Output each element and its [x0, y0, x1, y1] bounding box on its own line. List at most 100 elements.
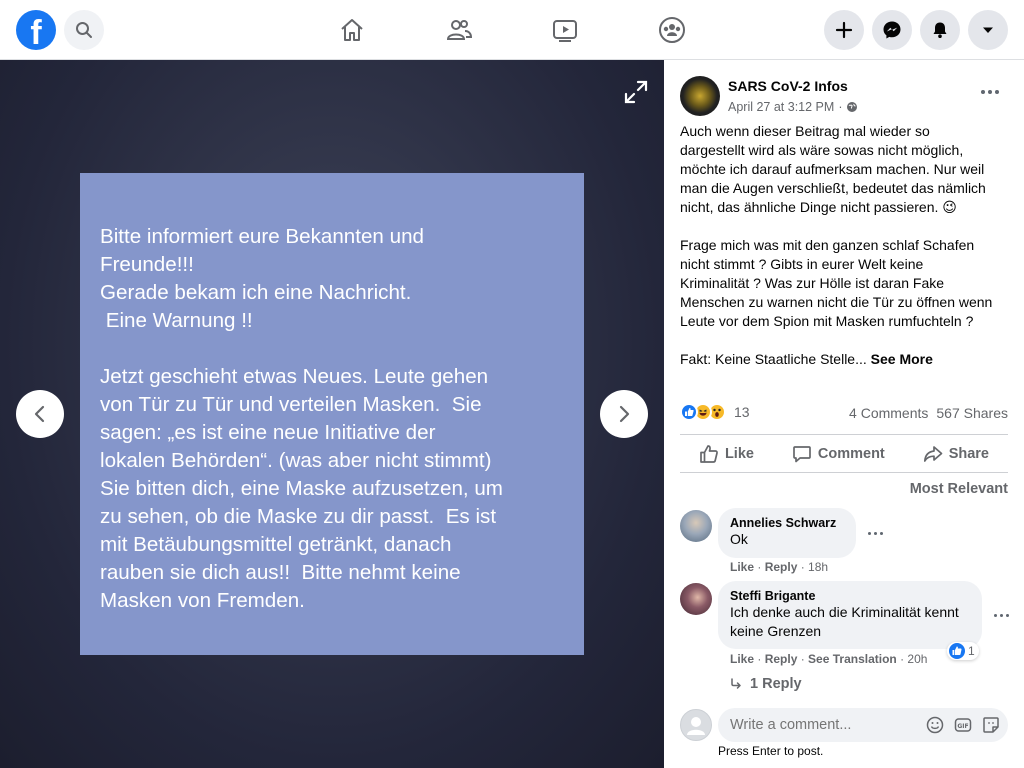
chevron-right-icon: [619, 405, 630, 423]
notifications-button[interactable]: [920, 10, 960, 50]
dot-icon: [880, 532, 883, 535]
comment-bubble: Steffi Brigante Ich denke auch die Krimi…: [718, 581, 982, 649]
top-navigation-bar: f: [0, 0, 1024, 60]
reaction-summary[interactable]: 13: [680, 403, 750, 421]
emoji-icon[interactable]: [926, 716, 944, 734]
post-paragraph-2: Frage mich was mit den ganzen schlaf Sch…: [680, 237, 993, 329]
default-user-icon: [687, 717, 705, 735]
comment-text: Ich denke auch die Kriminalität kennt ke…: [730, 604, 959, 639]
create-button[interactable]: [824, 10, 864, 50]
post-side-panel: SARS CoV-2 Infos April 27 at 3:12 PM · A…: [664, 60, 1024, 768]
comment-like-link[interactable]: Like: [730, 560, 754, 574]
like-reaction-icon: [680, 403, 698, 421]
home-icon: [341, 19, 363, 41]
reaction-count: 13: [734, 404, 750, 420]
current-user-avatar[interactable]: [680, 709, 712, 741]
gif-icon[interactable]: GIF: [954, 716, 972, 734]
post-timestamp[interactable]: April 27 at 3:12 PM: [728, 100, 834, 114]
nav-friends-tab[interactable]: [441, 12, 477, 48]
meta-separator: ·: [838, 100, 843, 114]
previous-photo-button[interactable]: [16, 390, 64, 438]
page-avatar[interactable]: [680, 76, 720, 116]
dot-icon: [868, 532, 871, 535]
view-replies-link[interactable]: 1 Reply: [730, 676, 802, 692]
dot-icon: [874, 532, 877, 535]
divider: [680, 472, 1008, 473]
commenter-avatar[interactable]: [680, 510, 712, 542]
comment-options-button[interactable]: [868, 532, 883, 535]
comment-button[interactable]: Comment: [792, 444, 885, 464]
comments-count-link[interactable]: 4 Comments: [849, 405, 928, 421]
post-paragraph-3-text: Fakt: Keine Staatliche Stelle...: [680, 351, 871, 367]
composer-hint: Press Enter to post.: [718, 744, 824, 758]
comment-composer: GIF: [718, 708, 1008, 742]
see-translation-link[interactable]: See Translation: [808, 652, 897, 666]
comment-label: Comment: [817, 446, 885, 462]
dot-icon: [981, 90, 985, 94]
next-photo-button[interactable]: [600, 390, 648, 438]
page-name[interactable]: SARS CoV-2 Infos: [728, 78, 848, 94]
comment-like-link[interactable]: Like: [730, 652, 754, 666]
post-body: Auch wenn dieser Beitrag mal wieder so d…: [680, 122, 1014, 369]
plus-icon: [835, 21, 853, 39]
dot-icon: [988, 90, 992, 94]
post-paragraph-1: Auch wenn dieser Beitrag mal wieder so d…: [680, 123, 986, 215]
commenter-avatar[interactable]: [680, 583, 712, 615]
share-label: Share: [948, 446, 989, 462]
nav-watch-tab[interactable]: [547, 12, 583, 48]
sticker-icon[interactable]: [982, 716, 1000, 734]
svg-text:GIF: GIF: [957, 723, 968, 730]
watch-icon: [553, 20, 577, 42]
divider: [680, 434, 1008, 435]
search-icon: [76, 22, 92, 38]
dot-icon: [1006, 614, 1009, 617]
post-stats: 4 Comments 567 Shares: [849, 405, 1008, 421]
facebook-logo-letter: f: [30, 14, 42, 50]
photo-viewer: Bitte informiert eure Bekannten und Freu…: [0, 60, 664, 768]
comment-reply-link[interactable]: Reply: [765, 652, 798, 666]
post-paragraph-3: Fakt: Keine Staatliche Stelle... See Mor…: [680, 350, 1014, 369]
facebook-logo[interactable]: f: [16, 10, 56, 50]
comment-options-button[interactable]: [994, 614, 1009, 617]
comment-sort-dropdown[interactable]: Most Relevant: [910, 481, 1008, 497]
comment-actions: Like · Reply · See Translation · 20h: [730, 652, 928, 666]
shares-count-link[interactable]: 567 Shares: [936, 405, 1008, 421]
commenter-name[interactable]: Annelies Schwarz: [730, 516, 844, 530]
nav-groups-tab[interactable]: [654, 12, 690, 48]
messenger-button[interactable]: [872, 10, 912, 50]
friends-icon: [446, 20, 473, 40]
share-icon: [923, 446, 943, 462]
see-more-link[interactable]: See More: [871, 351, 933, 367]
account-menu-button[interactable]: [968, 10, 1008, 50]
share-button[interactable]: Share: [923, 444, 989, 464]
fullscreen-button[interactable]: [622, 78, 650, 106]
comment-input[interactable]: [730, 717, 910, 733]
comment-actions: Like · Reply · 18h: [730, 560, 829, 574]
reply-arrow-icon: [731, 678, 741, 689]
comment-reaction-count: 1: [968, 644, 975, 658]
expand-icon: [624, 80, 648, 104]
post-meta: April 27 at 3:12 PM ·: [728, 100, 858, 114]
composer-icons: GIF: [926, 716, 1000, 734]
comment-text: Ok: [730, 531, 748, 547]
dot-icon: [1000, 614, 1003, 617]
comment-time[interactable]: 20h: [907, 652, 927, 666]
post-options-button[interactable]: [976, 82, 1004, 102]
caret-down-icon: [983, 27, 993, 33]
groups-icon: [659, 17, 685, 43]
comment-time[interactable]: 18h: [808, 560, 828, 574]
comment-reply-link[interactable]: Reply: [765, 560, 798, 574]
post-actions: Like Comment Share: [680, 436, 1008, 472]
commenter-name[interactable]: Steffi Brigante: [730, 589, 970, 603]
like-button[interactable]: Like: [699, 444, 754, 464]
like-reaction-icon: [949, 643, 965, 659]
post-image-text: Bitte informiert eure Bekannten und Freu…: [100, 225, 503, 612]
dot-icon: [995, 90, 999, 94]
search-button[interactable]: [64, 10, 104, 50]
comment-reaction-badge[interactable]: 1: [947, 642, 979, 660]
comment-bubble: Annelies Schwarz Ok: [718, 508, 856, 558]
thumbs-up-icon: [700, 445, 718, 463]
nav-home-tab[interactable]: [334, 12, 370, 48]
comment-icon: [793, 446, 811, 463]
bell-icon: [933, 22, 947, 38]
